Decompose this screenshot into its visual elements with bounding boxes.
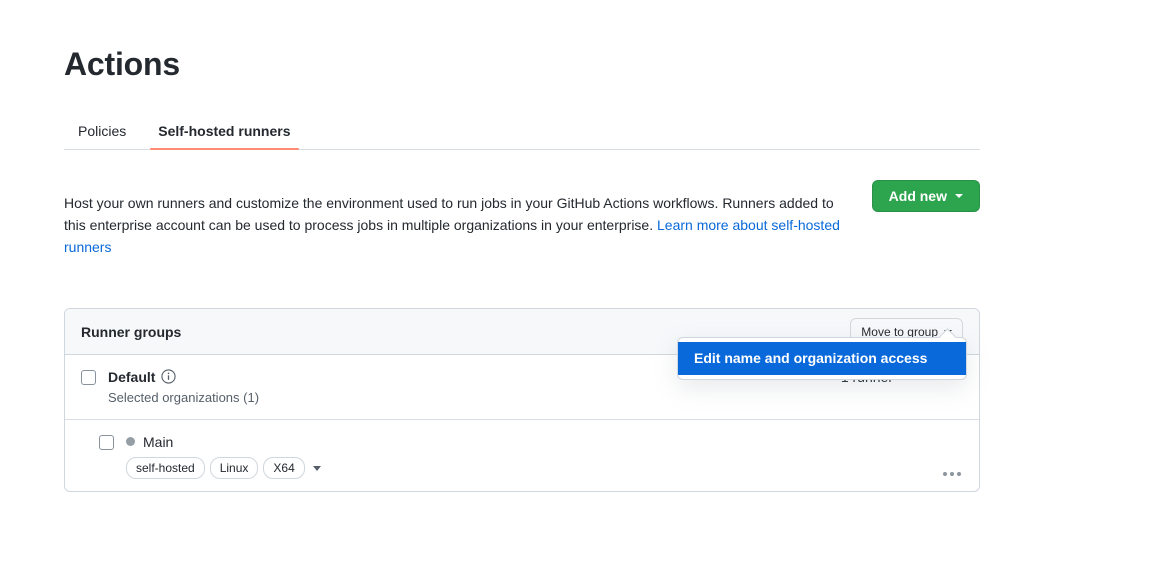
- runner-kebab-menu-button[interactable]: [941, 468, 963, 480]
- kebab-dot: [943, 472, 947, 476]
- kebab-dot: [950, 472, 954, 476]
- tab-policies[interactable]: Policies: [64, 124, 142, 149]
- group-context-menu: Edit name and organization access: [677, 337, 967, 380]
- add-new-button[interactable]: Add new: [872, 180, 980, 212]
- info-icon[interactable]: [161, 369, 176, 384]
- runner-label-pill: self-hosted: [126, 457, 205, 479]
- runner-labels: self-hosted Linux X64: [126, 457, 963, 479]
- group-subtitle-default: Selected organizations (1): [108, 389, 841, 407]
- tab-navigation: Policies Self-hosted runners: [64, 116, 980, 150]
- caret-down-icon[interactable]: [313, 466, 321, 471]
- tab-self-hosted-runners[interactable]: Self-hosted runners: [142, 124, 306, 149]
- page-content: Actions Policies Self-hosted runners Hos…: [64, 0, 980, 492]
- runner-checkbox-main[interactable]: [99, 435, 114, 450]
- page-title: Actions: [64, 0, 980, 84]
- caret-down-icon: [955, 194, 963, 198]
- group-checkbox-default[interactable]: [81, 370, 96, 385]
- group-name-default: Default: [108, 369, 155, 385]
- add-new-button-label: Add new: [889, 188, 947, 204]
- kebab-dot: [957, 472, 961, 476]
- menu-item-edit-name-and-organization-access[interactable]: Edit name and organization access: [678, 342, 966, 375]
- runner-status-dot: [126, 437, 135, 446]
- runner-title-line: Main: [126, 432, 963, 451]
- runner-groups-panel: Runner groups Move to group Default: [64, 308, 980, 492]
- intro-description: Host your own runners and customize the …: [64, 192, 848, 258]
- runner-row-main: Main self-hosted Linux X64: [65, 420, 979, 491]
- runner-label-pill: Linux: [210, 457, 259, 479]
- intro-section: Host your own runners and customize the …: [64, 178, 980, 272]
- runner-name-main[interactable]: Main: [143, 434, 173, 450]
- runner-groups-title: Runner groups: [81, 324, 181, 340]
- runner-label-pill: X64: [263, 457, 304, 479]
- runner-info-main: Main self-hosted Linux X64: [126, 432, 963, 479]
